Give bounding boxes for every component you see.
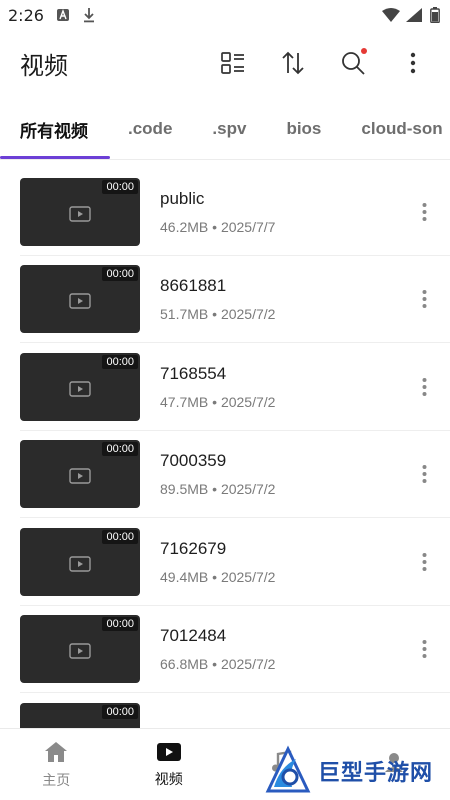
duration-badge: 00:00	[102, 354, 138, 369]
page-title: 视频	[20, 51, 68, 80]
duration-badge: 00:00	[102, 442, 138, 457]
video-thumbnail[interactable]: 00:00	[20, 702, 140, 728]
video-meta: 47.7MB • 2025/7/2	[160, 393, 276, 410]
video-title: 7000359	[160, 451, 227, 471]
video-title: public	[160, 188, 205, 208]
more-vert-icon	[422, 202, 426, 221]
tab-all-videos[interactable]: 所有视频	[0, 117, 108, 142]
nav-video[interactable]: 视频	[113, 729, 226, 800]
video-title: 8661881	[160, 276, 227, 296]
tab-code[interactable]: .code	[108, 119, 192, 139]
watermark-logo-icon	[265, 745, 311, 793]
video-meta: 49.4MB • 2025/7/2	[160, 568, 276, 585]
wifi-icon	[382, 7, 400, 23]
video-title: 7012484	[160, 626, 227, 646]
more-vert-icon	[422, 290, 426, 309]
video-thumbnail[interactable]: 00:00	[20, 615, 140, 684]
watermark: 巨型手游网	[262, 745, 448, 797]
more-vert-icon	[422, 640, 426, 659]
more-vert-icon	[422, 465, 426, 484]
list-item[interactable]: 00:00 public 46.2MB • 2025/7/7	[0, 168, 450, 256]
video-meta: 89.5MB • 2025/7/2	[160, 481, 276, 498]
list-item[interactable]: 00:00 7012484 66.8MB • 2025/7/2	[0, 606, 450, 694]
status-bar: 2:26	[0, 0, 450, 30]
tab-spv[interactable]: .spv	[192, 119, 266, 139]
video-meta: 66.8MB • 2025/7/2	[160, 656, 276, 673]
more-options-button[interactable]	[396, 46, 430, 80]
list-item[interactable]: 00:00 7168554 47.7MB • 2025/7/2	[0, 343, 450, 431]
duration-badge: 00:00	[102, 704, 138, 719]
nav-label: 主页	[42, 773, 71, 789]
item-more-button[interactable]	[416, 550, 432, 574]
more-vert-icon	[410, 52, 416, 74]
video-title: 7162679	[160, 538, 227, 558]
video-meta: 46.2MB • 2025/7/7	[160, 218, 276, 235]
app-bar: 视频	[0, 30, 450, 96]
more-vert-icon	[422, 377, 426, 396]
a-icon	[56, 7, 72, 23]
tab-bios[interactable]: bios	[266, 119, 341, 139]
list-item[interactable]: 00:00 8661881 51.7MB • 2025/7/2	[0, 256, 450, 344]
video-icon	[156, 743, 181, 761]
watermark-text: 巨型手游网	[318, 761, 434, 786]
list-view-button[interactable]	[216, 46, 250, 80]
nav-label: 视频	[154, 772, 183, 788]
duration-badge: 00:00	[102, 617, 138, 632]
video-thumbnail[interactable]: 00:00	[20, 265, 140, 334]
folder-tabs: 所有视频 .code .spv bios cloud-son	[0, 100, 450, 160]
search-icon	[342, 52, 365, 75]
play-icon	[69, 381, 91, 397]
home-icon	[45, 742, 68, 762]
nav-home[interactable]: 主页	[0, 729, 113, 800]
duration-badge: 00:00	[102, 529, 138, 544]
video-thumbnail[interactable]: 00:00	[20, 440, 140, 509]
duration-badge: 00:00	[102, 179, 138, 194]
tab-cloud-son[interactable]: cloud-son	[341, 119, 450, 139]
video-meta: 51.7MB • 2025/7/2	[160, 306, 276, 323]
video-title: 7168554	[160, 363, 227, 383]
play-icon	[69, 206, 91, 222]
search-button[interactable]	[336, 46, 370, 80]
play-icon	[69, 643, 91, 659]
duration-badge: 00:00	[102, 267, 138, 282]
list-item[interactable]: 00:00 7000359 89.5MB • 2025/7/2	[0, 431, 450, 519]
item-more-button[interactable]	[416, 287, 432, 311]
item-more-button[interactable]	[416, 375, 432, 399]
notification-dot	[361, 48, 367, 54]
download-icon	[82, 7, 98, 23]
play-icon	[69, 293, 91, 309]
battery-icon	[430, 7, 440, 24]
sort-icon	[282, 51, 304, 75]
video-thumbnail[interactable]: 00:00	[20, 177, 140, 246]
list-view-icon	[221, 52, 244, 74]
item-more-button[interactable]	[416, 637, 432, 661]
video-thumbnail[interactable]: 00:00	[20, 352, 140, 421]
video-list[interactable]: 00:00 public 46.2MB • 2025/7/7 00:00 866…	[0, 168, 450, 728]
item-more-button[interactable]	[416, 462, 432, 486]
tab-indicator	[0, 156, 110, 159]
list-item[interactable]: 00:00 7162679 49.4MB • 2025/7/2	[0, 518, 450, 606]
list-item[interactable]: 00:00 7200258	[0, 693, 450, 728]
more-vert-icon	[422, 552, 426, 571]
video-thumbnail[interactable]: 00:00	[20, 527, 140, 596]
item-more-button[interactable]	[416, 200, 432, 224]
play-icon	[69, 468, 91, 484]
play-icon	[69, 556, 91, 572]
sort-button[interactable]	[276, 46, 310, 80]
cell-signal-icon	[406, 7, 422, 23]
status-time: 2:26	[8, 5, 44, 25]
